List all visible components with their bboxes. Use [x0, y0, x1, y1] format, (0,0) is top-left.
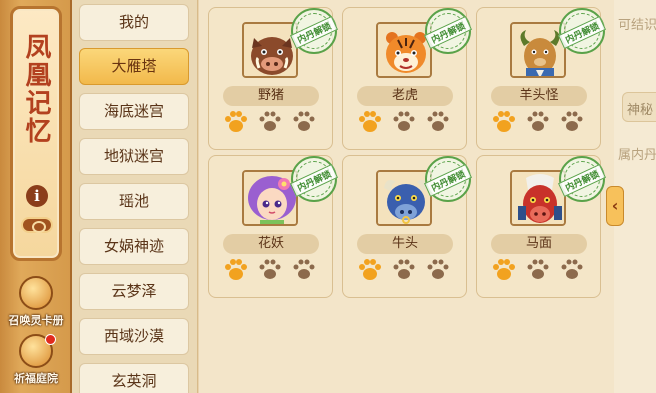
paw-empty-icon	[427, 111, 449, 131]
collapse-panel-arrow-icon[interactable]: ‹	[606, 186, 624, 226]
stamp-text: 内丹解锁	[557, 15, 607, 50]
paw-empty-icon	[293, 111, 315, 131]
monster-card-flower-fairy[interactable]: 内丹解锁 花妖	[208, 155, 339, 298]
paw-empty-icon	[527, 111, 549, 131]
mystery-box[interactable]: 神秘	[622, 92, 656, 122]
mystery-box-label: 神秘	[627, 103, 654, 118]
paw-rating	[221, 110, 321, 136]
paw-filled-icon	[359, 259, 381, 280]
info-icon[interactable]: i	[26, 185, 48, 207]
tab-xuanying-cave[interactable]: 玄英洞	[79, 363, 189, 393]
boar-portrait-icon	[242, 22, 298, 78]
paw-rating	[355, 110, 455, 136]
horse-face-portrait-icon	[510, 170, 566, 226]
paw-empty-icon	[561, 111, 583, 131]
tab-western-desert[interactable]: 西域沙漠	[79, 318, 189, 355]
blessing-courtyard-button[interactable]: 祈福庭院	[2, 334, 70, 392]
paw-filled-icon	[225, 111, 247, 132]
flower-fairy-portrait-icon	[242, 170, 298, 226]
monster-card-grid: 内丹解锁 野猪 内丹解锁 老虎 内丹解锁 羊头怪 内丹解锁 花妖 内丹解锁 牛头…	[199, 0, 614, 393]
tab-nuwa-relic[interactable]: 女娲神迹	[79, 228, 189, 265]
core-unlocked-stamp: 内丹解锁	[557, 8, 607, 54]
stamp-text: 内丹解锁	[289, 15, 339, 50]
stamp-text: 内丹解锁	[423, 163, 473, 198]
paw-rating	[221, 258, 321, 284]
goat-monster-portrait-icon	[510, 22, 566, 78]
stamp-text: 内丹解锁	[423, 15, 473, 50]
paw-rating	[355, 258, 455, 284]
monster-card-boar[interactable]: 内丹解锁 野猪	[208, 7, 339, 150]
left-sidebar: 凤凰记忆 i 召唤灵卡册 祈福庭院	[0, 0, 72, 393]
core-unlocked-stamp: 内丹解锁	[289, 156, 339, 202]
monster-name: 花妖	[223, 234, 319, 254]
paw-empty-icon	[561, 259, 583, 279]
paw-empty-icon	[527, 259, 549, 279]
paw-empty-icon	[293, 259, 315, 279]
tab-yunmengze[interactable]: 云梦泽	[79, 273, 189, 310]
paw-filled-icon	[493, 259, 515, 280]
monster-name: 牛头	[357, 234, 453, 254]
paw-filled-icon	[225, 259, 247, 280]
tab-yaochi[interactable]: 瑶池	[79, 183, 189, 220]
summon-card-album-label: 召唤灵卡册	[8, 314, 64, 327]
monster-card-goat-monster[interactable]: 内丹解锁 羊头怪	[476, 7, 607, 150]
core-unlocked-stamp: 内丹解锁	[557, 156, 607, 202]
stamp-text: 内丹解锁	[289, 163, 339, 198]
tab-dayanta[interactable]: 大雁塔	[79, 48, 189, 85]
core-unlocked-stamp: 内丹解锁	[289, 8, 339, 54]
paw-empty-icon	[259, 111, 281, 131]
detail-core-text: 属内丹	[618, 148, 656, 163]
monster-card-horse-face[interactable]: 内丹解锁 马面	[476, 155, 607, 298]
core-unlocked-stamp: 内丹解锁	[423, 8, 473, 54]
blessing-courtyard-label: 祈福庭院	[14, 372, 58, 385]
monster-name: 野猪	[223, 86, 319, 106]
monster-card-ox-head[interactable]: 内丹解锁 牛头	[342, 155, 473, 298]
page-title: 凤凰记忆	[21, 33, 51, 145]
notification-dot	[45, 334, 56, 345]
paw-filled-icon	[359, 111, 381, 132]
tab-hell-maze[interactable]: 地狱迷宫	[79, 138, 189, 175]
summon-card-album-button[interactable]: 召唤灵卡册	[2, 276, 70, 334]
tab-mine[interactable]: 我的	[79, 4, 189, 41]
memory-title-panel: 凤凰记忆 i	[10, 6, 62, 261]
scroll-icon[interactable]	[21, 217, 53, 233]
monster-name: 羊头怪	[491, 86, 587, 106]
paw-rating	[489, 258, 589, 284]
paw-empty-icon	[427, 259, 449, 279]
ox-head-portrait-icon	[376, 170, 432, 226]
monster-name: 马面	[491, 234, 587, 254]
monster-name: 老虎	[357, 86, 453, 106]
paw-empty-icon	[259, 259, 281, 279]
monster-card-tiger[interactable]: 内丹解锁 老虎	[342, 7, 473, 150]
region-tab-list: 我的 大雁塔 海底迷宫 地狱迷宫 瑶池 女娲神迹 云梦泽 西域沙漠 玄英洞	[72, 0, 198, 393]
detail-hint-text: 可结识	[618, 18, 656, 33]
tab-undersea-maze[interactable]: 海底迷宫	[79, 93, 189, 130]
card-album-icon	[19, 276, 53, 310]
stamp-text: 内丹解锁	[557, 163, 607, 198]
core-unlocked-stamp: 内丹解锁	[423, 156, 473, 202]
paw-empty-icon	[393, 259, 415, 279]
paw-empty-icon	[393, 111, 415, 131]
paw-filled-icon	[493, 111, 515, 132]
tiger-portrait-icon	[376, 22, 432, 78]
paw-rating	[489, 110, 589, 136]
